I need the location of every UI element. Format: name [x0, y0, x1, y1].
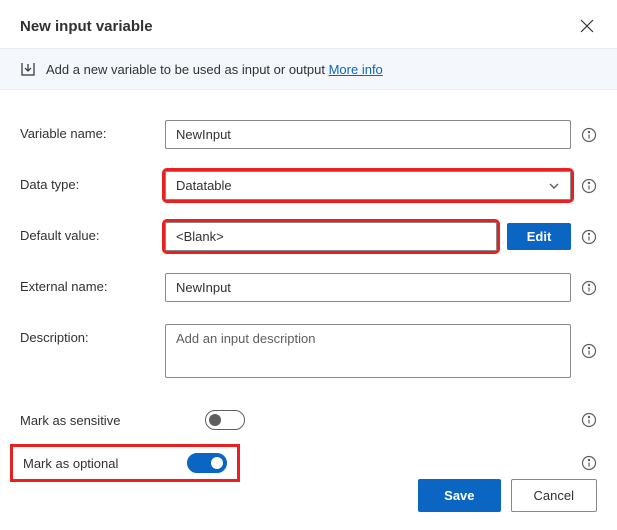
info-bar: Add a new variable to be used as input o… — [0, 48, 617, 90]
toggle-knob — [211, 457, 223, 469]
data-type-value: Datatable — [176, 178, 232, 193]
info-bar-text: Add a new variable to be used as input o… — [46, 62, 383, 77]
toggle-knob — [209, 414, 221, 426]
mark-optional-highlight: Mark as optional — [10, 444, 240, 482]
close-button[interactable] — [575, 14, 599, 38]
chevron-down-icon — [548, 180, 560, 192]
mark-sensitive-toggle[interactable] — [205, 410, 245, 430]
data-type-select[interactable]: Datatable — [165, 171, 571, 200]
row-mark-sensitive: Mark as sensitive — [0, 400, 617, 430]
info-icon[interactable] — [581, 178, 597, 194]
label-default-value: Default value: — [20, 222, 155, 243]
info-icon[interactable] — [581, 280, 597, 296]
label-data-type: Data type: — [20, 171, 155, 192]
mark-optional-toggle[interactable] — [187, 453, 227, 473]
label-mark-optional: Mark as optional — [23, 456, 173, 471]
form-area: Variable name: Data type: Datatable Defa… — [0, 90, 617, 378]
label-description: Description: — [20, 324, 155, 345]
info-icon[interactable] — [581, 127, 597, 143]
dialog-title: New input variable — [20, 18, 153, 35]
label-external-name: External name: — [20, 273, 155, 294]
row-mark-optional: Mark as optional — [0, 430, 617, 482]
info-icon[interactable] — [581, 229, 597, 245]
dialog-header: New input variable — [0, 0, 617, 48]
info-icon[interactable] — [581, 455, 597, 471]
variable-name-input[interactable] — [165, 120, 571, 149]
row-description: Description: — [20, 324, 597, 378]
row-variable-name: Variable name: — [20, 120, 597, 149]
more-info-link[interactable]: More info — [329, 62, 383, 77]
cancel-button[interactable]: Cancel — [511, 479, 597, 512]
edit-button[interactable]: Edit — [507, 223, 571, 250]
dialog-footer: Save Cancel — [418, 479, 597, 512]
info-icon[interactable] — [581, 343, 597, 359]
label-mark-sensitive: Mark as sensitive — [20, 413, 180, 428]
close-icon — [580, 19, 594, 33]
external-name-input[interactable] — [165, 273, 571, 302]
row-data-type: Data type: Datatable — [20, 171, 597, 200]
label-variable-name: Variable name: — [20, 120, 155, 141]
download-icon — [20, 61, 36, 77]
info-icon[interactable] — [581, 412, 597, 428]
row-default-value: Default value: <Blank> Edit — [20, 222, 597, 251]
description-input[interactable] — [165, 324, 571, 378]
save-button[interactable]: Save — [418, 479, 500, 512]
row-external-name: External name: — [20, 273, 597, 302]
default-value-box: <Blank> — [165, 222, 497, 251]
